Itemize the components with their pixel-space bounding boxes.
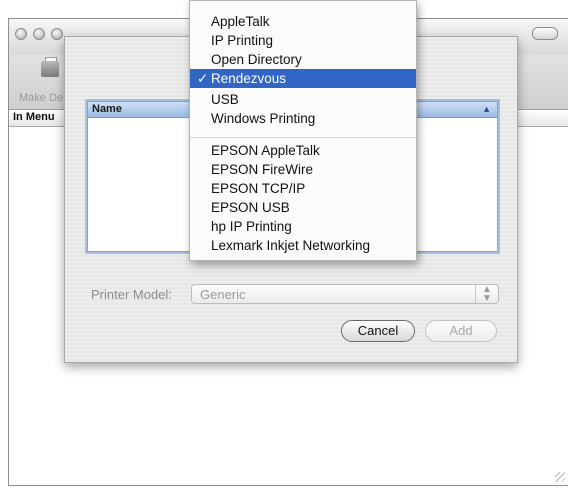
menu-item-epson-firewire[interactable]: EPSON FireWire <box>190 160 416 179</box>
resize-grip-icon[interactable] <box>555 472 565 482</box>
toolbar-toggle-button[interactable] <box>532 27 558 40</box>
menu-item-label: USB <box>211 92 239 107</box>
menu-item-label: Open Directory <box>211 52 302 67</box>
menu-item-label: hp IP Printing <box>211 219 292 234</box>
menu-item-epson-tcpip[interactable]: EPSON TCP/IP <box>190 179 416 198</box>
printer-icon <box>41 61 59 77</box>
menu-item-windows-printing[interactable]: Windows Printing <box>190 109 416 128</box>
sort-ascending-icon: ▲ <box>482 104 491 114</box>
connection-type-menu: AppleTalk IP Printing Open Directory ✓ Re… <box>189 0 417 261</box>
printer-model-value: Generic <box>200 287 246 302</box>
printer-model-select[interactable]: Generic ▲ ▼ <box>191 284 499 304</box>
menu-item-label: IP Printing <box>211 33 274 48</box>
checkmark-icon: ✓ <box>197 71 209 86</box>
menu-item-lexmark-inkjet-networking[interactable]: Lexmark Inkjet Networking <box>190 236 416 255</box>
menu-item-hp-ip-printing[interactable]: hp IP Printing <box>190 217 416 236</box>
menu-item-label: Lexmark Inkjet Networking <box>211 238 371 253</box>
menu-item-epson-appletalk[interactable]: EPSON AppleTalk <box>190 141 416 160</box>
menu-item-appletalk[interactable]: AppleTalk <box>190 12 416 31</box>
cancel-button[interactable]: Cancel <box>341 320 415 342</box>
menu-item-label: EPSON USB <box>211 200 290 215</box>
menu-item-ip-printing[interactable]: IP Printing <box>190 31 416 50</box>
in-menu-header-label: In Menu <box>13 111 55 123</box>
menu-item-open-directory[interactable]: Open Directory <box>190 50 416 69</box>
menu-item-label: AppleTalk <box>211 14 270 29</box>
menu-item-usb[interactable]: USB <box>190 90 416 109</box>
menu-item-label: Windows Printing <box>211 111 316 126</box>
menu-item-label: Rendezvous <box>211 71 287 86</box>
make-default-label: Make De <box>19 92 64 104</box>
make-default-button[interactable]: Make De <box>13 57 67 107</box>
printer-model-label: Printer Model: <box>91 287 172 302</box>
add-button[interactable]: Add <box>425 320 497 342</box>
menu-item-label: EPSON TCP/IP <box>211 181 306 196</box>
menu-item-label: EPSON FireWire <box>211 162 314 177</box>
name-header-label: Name <box>92 103 122 115</box>
menu-item-epson-usb[interactable]: EPSON USB <box>190 198 416 217</box>
menu-item-rendezvous[interactable]: ✓ Rendezvous <box>190 69 416 88</box>
zoom-window-button[interactable] <box>51 28 63 40</box>
stepper-arrows-icon: ▲ ▼ <box>475 285 498 304</box>
menu-item-label: EPSON AppleTalk <box>211 143 320 158</box>
minimize-window-button[interactable] <box>33 28 45 40</box>
menu-separator <box>190 137 416 138</box>
close-window-button[interactable] <box>15 28 27 40</box>
